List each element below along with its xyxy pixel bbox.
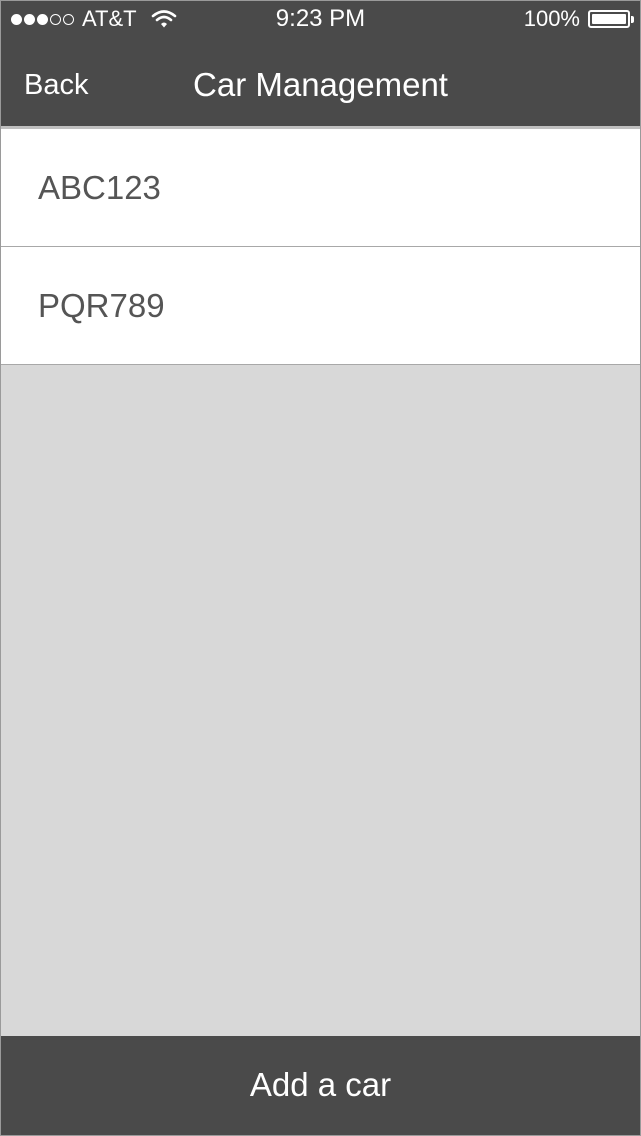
car-list: ABC123 PQR789 [1,129,640,365]
page-title: Car Management [193,66,448,103]
car-list-item[interactable]: ABC123 [1,129,640,247]
car-plate-label: ABC123 [38,169,161,206]
car-plate-label: PQR789 [38,287,165,324]
battery-fill [592,14,626,24]
app-screen: AT&T 9:23 PM 100% Back Car Management AB… [0,0,641,1136]
battery-icon [588,10,634,28]
status-right: 100% [523,4,634,34]
status-bar: AT&T 9:23 PM 100% [1,1,640,37]
battery-nub [631,16,634,23]
car-list-item[interactable]: PQR789 [1,247,640,365]
add-car-label: Add a car [249,1066,392,1103]
navigation-bar: Back Car Management [1,45,640,125]
battery-percent: 100% [523,6,580,31]
add-car-button[interactable]: Add a car [1,1036,640,1135]
top-bar: AT&T 9:23 PM 100% Back Car Management [1,1,640,129]
